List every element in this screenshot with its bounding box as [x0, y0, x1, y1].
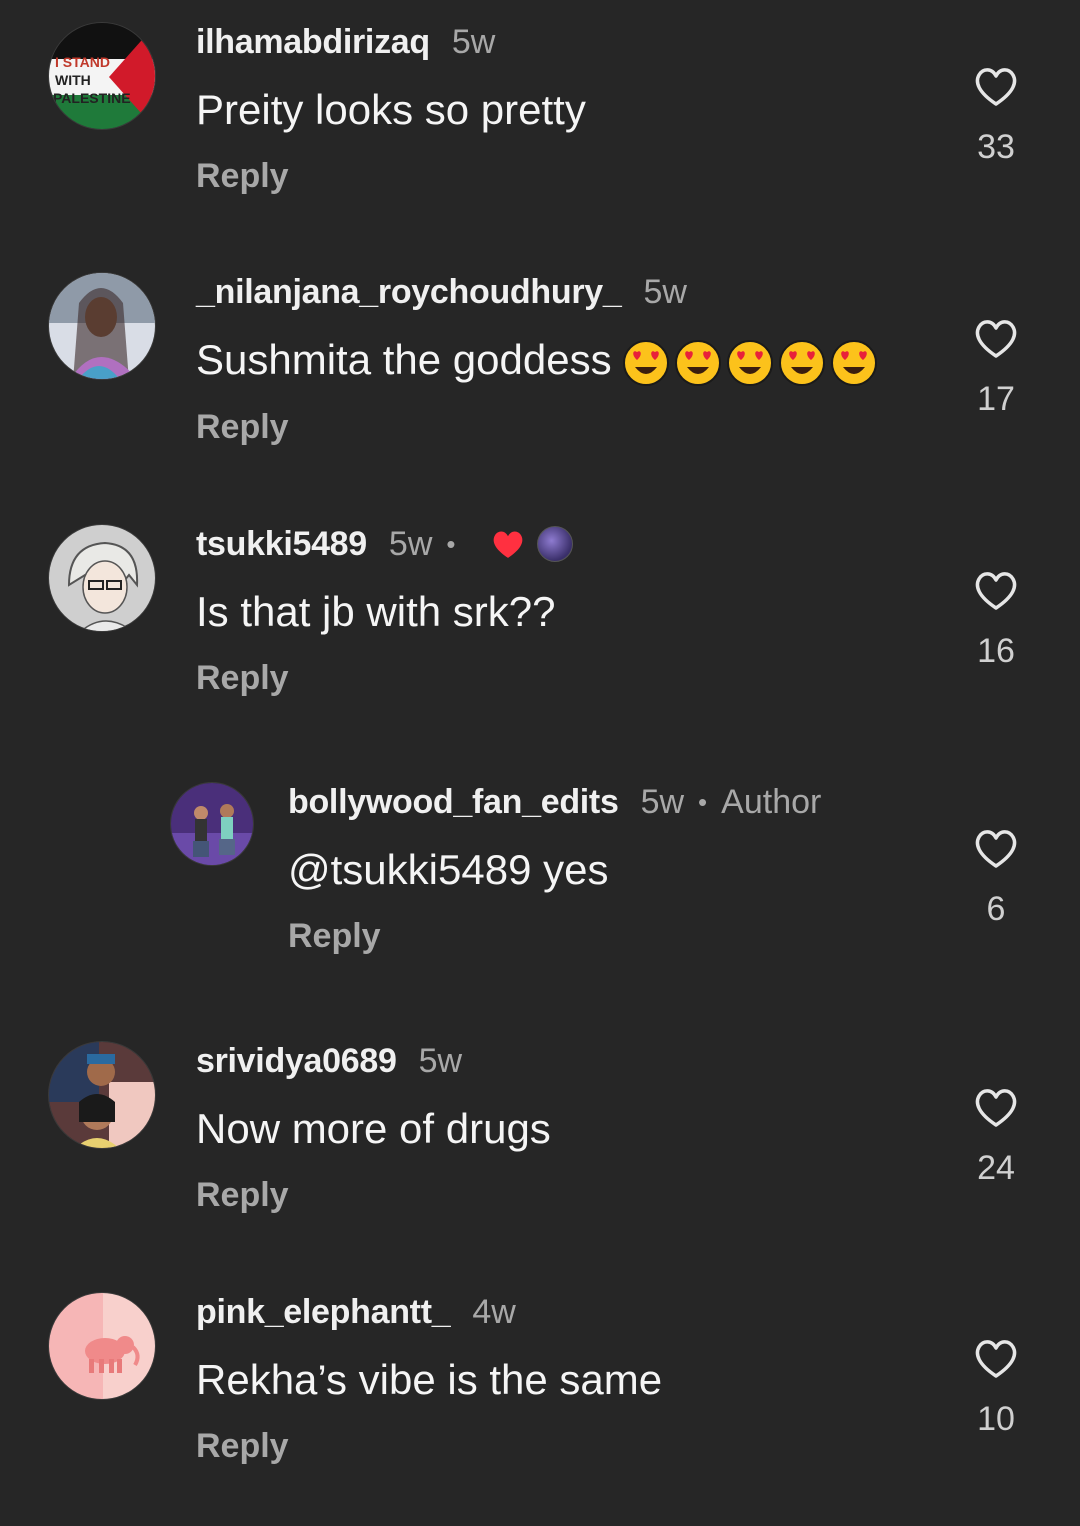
comment-text: Is that jb with srk??: [196, 588, 556, 635]
avatar[interactable]: [48, 1041, 156, 1149]
timestamp: 5w: [388, 525, 433, 563]
heart-outline-icon[interactable]: [972, 826, 1020, 870]
svg-text:WITH: WITH: [55, 72, 91, 88]
heart-outline-icon[interactable]: [972, 64, 1020, 108]
like-control: 10: [972, 1336, 1020, 1439]
avatar[interactable]: [170, 782, 254, 866]
like-count: 24: [977, 1149, 1015, 1187]
heart-eyes-emoji-icon: [674, 339, 721, 386]
comment: I STAND WITH PALESTINE ilhamabdirizaq 5w…: [0, 22, 1080, 242]
username[interactable]: ilhamabdirizaq: [196, 22, 430, 62]
comment-text: Now more of drugs: [196, 1105, 551, 1152]
heart-outline-icon[interactable]: [972, 568, 1020, 612]
svg-text:PALESTINE: PALESTINE: [53, 90, 131, 106]
comment-body: pink_elephantt_ 4w Rekha’s vibe is the s…: [196, 1292, 920, 1466]
author-avatar-mini: [537, 526, 574, 562]
separator-dot: •: [446, 529, 456, 559]
username[interactable]: bollywood_fan_edits: [288, 782, 619, 822]
reply-button[interactable]: Reply: [288, 916, 920, 956]
like-count: 10: [977, 1400, 1015, 1438]
comment-body: ilhamabdirizaq 5w Preity looks so pretty…: [196, 22, 920, 196]
avatar[interactable]: [48, 1292, 156, 1400]
like-count: 6: [986, 890, 1006, 928]
username[interactable]: _nilanjana_roychoudhury_: [196, 272, 622, 312]
comment-body: bollywood_fan_edits 5w • Author @tsukki5…: [288, 782, 920, 956]
comment-text: @tsukki5489 yes: [288, 846, 609, 893]
reply-button[interactable]: Reply: [196, 156, 920, 196]
reply-button[interactable]: Reply: [196, 407, 920, 447]
reply-button[interactable]: Reply: [196, 658, 920, 698]
avatar[interactable]: [48, 524, 156, 632]
comment-reply: bollywood_fan_edits 5w • Author @tsukki5…: [0, 782, 1080, 1002]
like-control: 16: [972, 568, 1020, 671]
avatar[interactable]: I STAND WITH PALESTINE: [48, 22, 156, 130]
like-count: 17: [977, 380, 1015, 418]
timestamp: 4w: [472, 1293, 516, 1331]
comment-text-content: Sushmita the goddess: [196, 336, 612, 383]
heart-filled-icon: [494, 531, 523, 558]
comment: tsukki5489 5w • Is that jb with srk?? Re…: [0, 524, 1080, 744]
comment-body: srividya0689 5w Now more of drugs Reply: [196, 1041, 920, 1215]
timestamp: 5w: [418, 1042, 463, 1080]
heart-outline-icon[interactable]: [972, 1336, 1020, 1380]
comment-text: Sushmita the goddess: [196, 334, 920, 387]
heart-eyes-emoji-icon: [726, 339, 773, 386]
comment: pink_elephantt_ 4w Rekha’s vibe is the s…: [0, 1292, 1080, 1512]
heart-eyes-emoji-icon: [622, 339, 669, 386]
heart-eyes-emoji-icon: [830, 339, 877, 386]
heart-outline-icon[interactable]: [972, 316, 1020, 360]
like-control: 24: [972, 1085, 1020, 1188]
username[interactable]: tsukki5489: [196, 524, 367, 564]
separator-dot: •: [698, 787, 708, 817]
like-control: 6: [972, 826, 1020, 929]
comment-body: tsukki5489 5w • Is that jb with srk?? Re…: [196, 524, 920, 698]
username[interactable]: srividya0689: [196, 1041, 397, 1081]
username[interactable]: pink_elephantt_: [196, 1292, 451, 1332]
like-count: 16: [977, 632, 1015, 670]
comments-list: I STAND WITH PALESTINE ilhamabdirizaq 5w…: [0, 0, 1080, 1526]
like-control: 17: [972, 316, 1020, 419]
author-badge: Author: [721, 783, 822, 821]
heart-eyes-emoji-icon: [778, 339, 825, 386]
like-count: 33: [977, 128, 1015, 166]
comment: srividya0689 5w Now more of drugs Reply …: [0, 1041, 1080, 1261]
comment-text: Preity looks so pretty: [196, 86, 586, 133]
comment-text: Rekha’s vibe is the same: [196, 1356, 663, 1403]
reply-button[interactable]: Reply: [196, 1175, 920, 1215]
comment-body: _nilanjana_roychoudhury_ 5w Sushmita the…: [196, 272, 920, 447]
timestamp: 5w: [643, 273, 687, 311]
timestamp: 5w: [451, 23, 496, 61]
reply-button[interactable]: Reply: [196, 1426, 920, 1466]
emoji-group: [622, 339, 878, 387]
timestamp: 5w: [640, 783, 685, 821]
avatar[interactable]: [48, 272, 156, 380]
like-control: 33: [972, 64, 1020, 167]
comment: _nilanjana_roychoudhury_ 5w Sushmita the…: [0, 272, 1080, 492]
heart-outline-icon[interactable]: [972, 1085, 1020, 1129]
svg-text:I STAND: I STAND: [55, 54, 110, 70]
